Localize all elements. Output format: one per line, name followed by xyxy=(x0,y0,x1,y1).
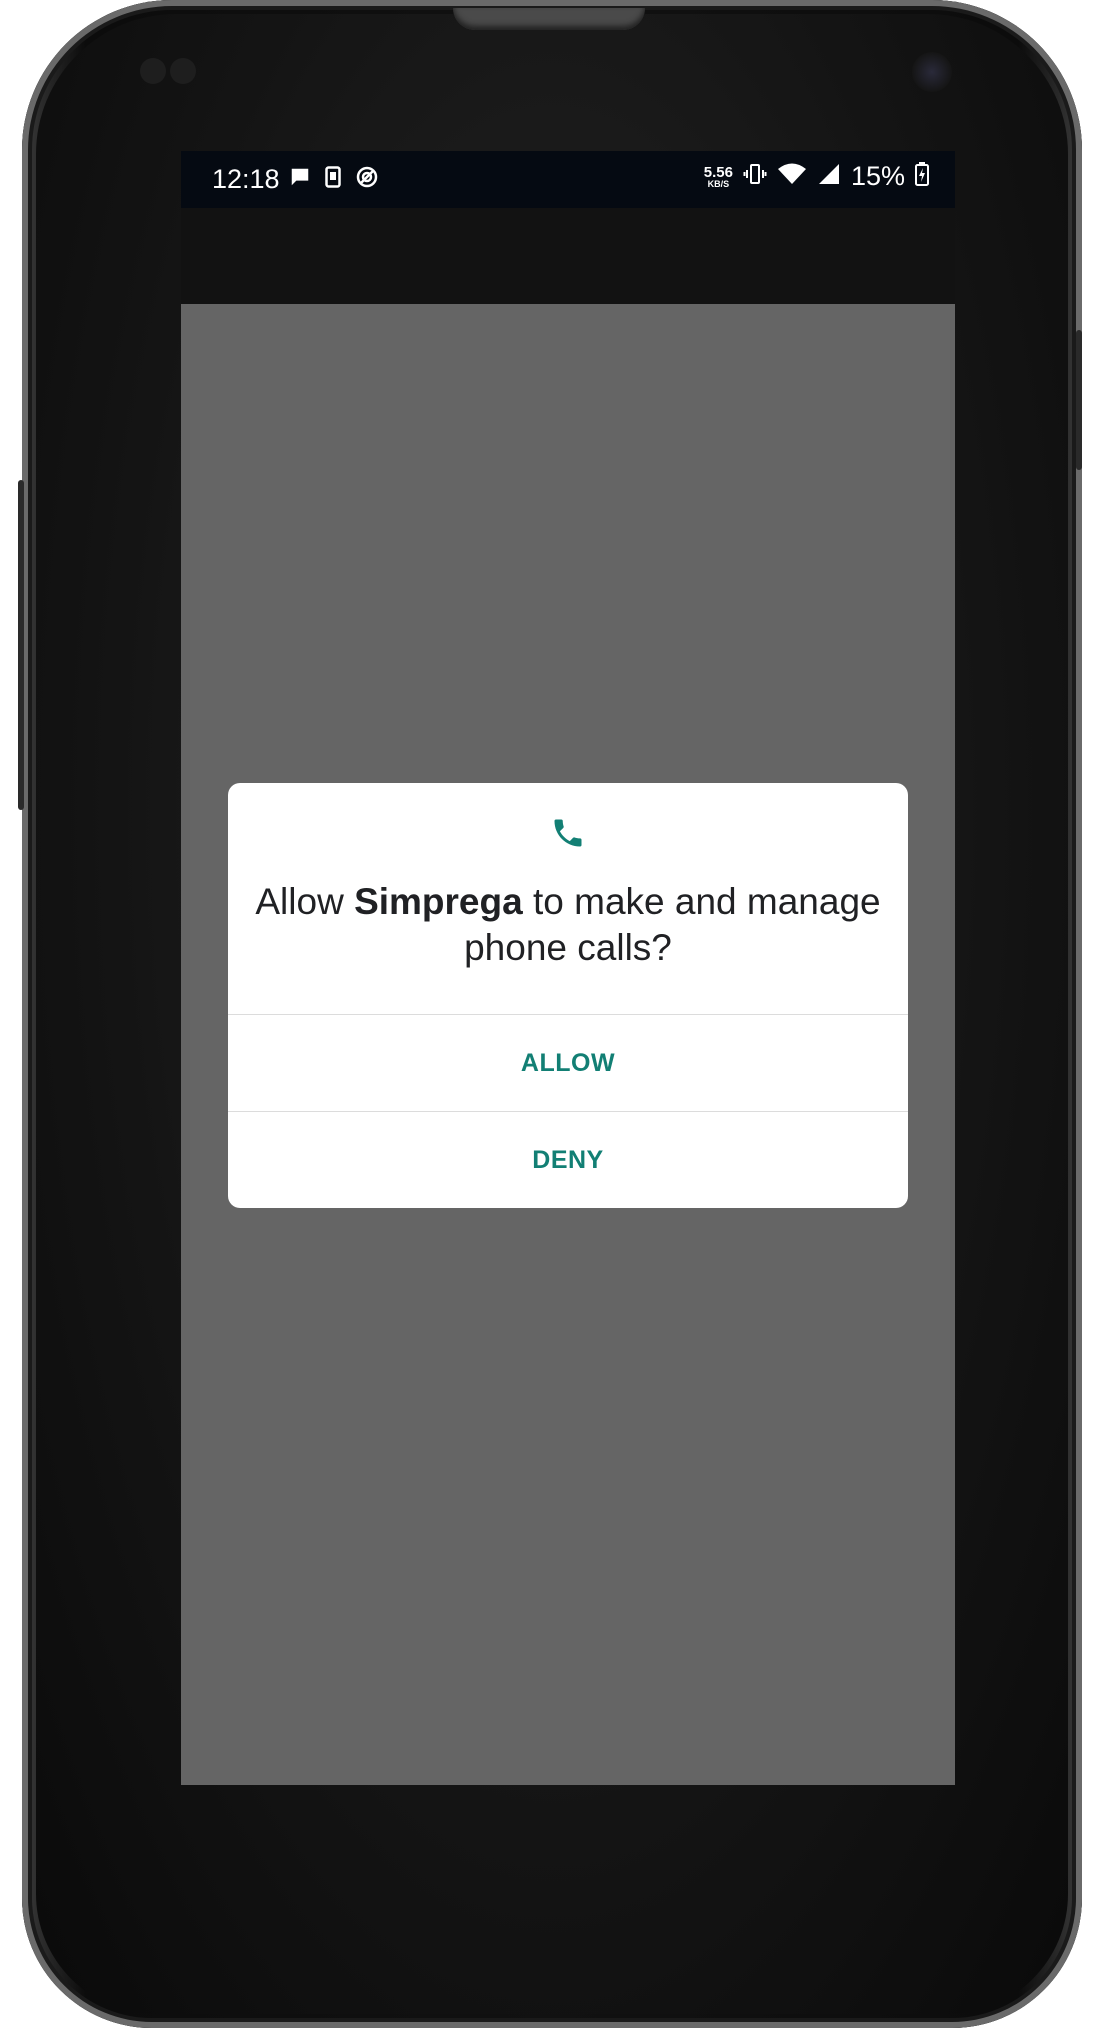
message-icon xyxy=(289,166,311,193)
net-speed-value: 5.56 xyxy=(703,163,733,181)
sim-card-icon xyxy=(325,166,341,193)
phone-icon xyxy=(550,815,586,851)
proximity-sensor xyxy=(140,58,166,84)
battery-charging-icon xyxy=(915,162,929,191)
net-speed-unit: KB/S xyxy=(707,178,730,189)
network-speed: 5.56 KB/S xyxy=(704,165,733,189)
status-bar: 12:18 5.56 KB/S 15% xyxy=(181,151,955,208)
sync-icon xyxy=(355,165,379,194)
status-system-icons: 5.56 KB/S 15% xyxy=(704,161,929,192)
front-camera xyxy=(912,52,952,92)
status-notification-icons xyxy=(289,165,379,194)
app-toolbar xyxy=(181,208,955,304)
light-sensor xyxy=(170,58,196,84)
dialog-title: Allow Simprega to make and manage phone … xyxy=(248,879,888,971)
earpiece-speaker xyxy=(453,8,645,30)
title-suffix: to make and manage phone calls? xyxy=(464,881,881,968)
title-prefix: Allow xyxy=(255,881,355,922)
wifi-icon xyxy=(777,162,807,191)
battery-percent: 15% xyxy=(850,161,905,191)
cell-signal-icon xyxy=(817,162,841,191)
power-button xyxy=(1076,330,1082,470)
device-screen: 12:18 5.56 KB/S 15% Allow Simprega to ma… xyxy=(181,151,955,1785)
vibrate-icon xyxy=(743,162,767,191)
permission-dialog: Allow Simprega to make and manage phone … xyxy=(228,783,908,1208)
volume-button xyxy=(18,480,24,810)
deny-button[interactable]: DENY xyxy=(228,1112,908,1208)
app-name: Simprega xyxy=(354,881,523,922)
allow-button[interactable]: ALLOW xyxy=(228,1015,908,1111)
status-time: 12:18 xyxy=(212,164,280,194)
